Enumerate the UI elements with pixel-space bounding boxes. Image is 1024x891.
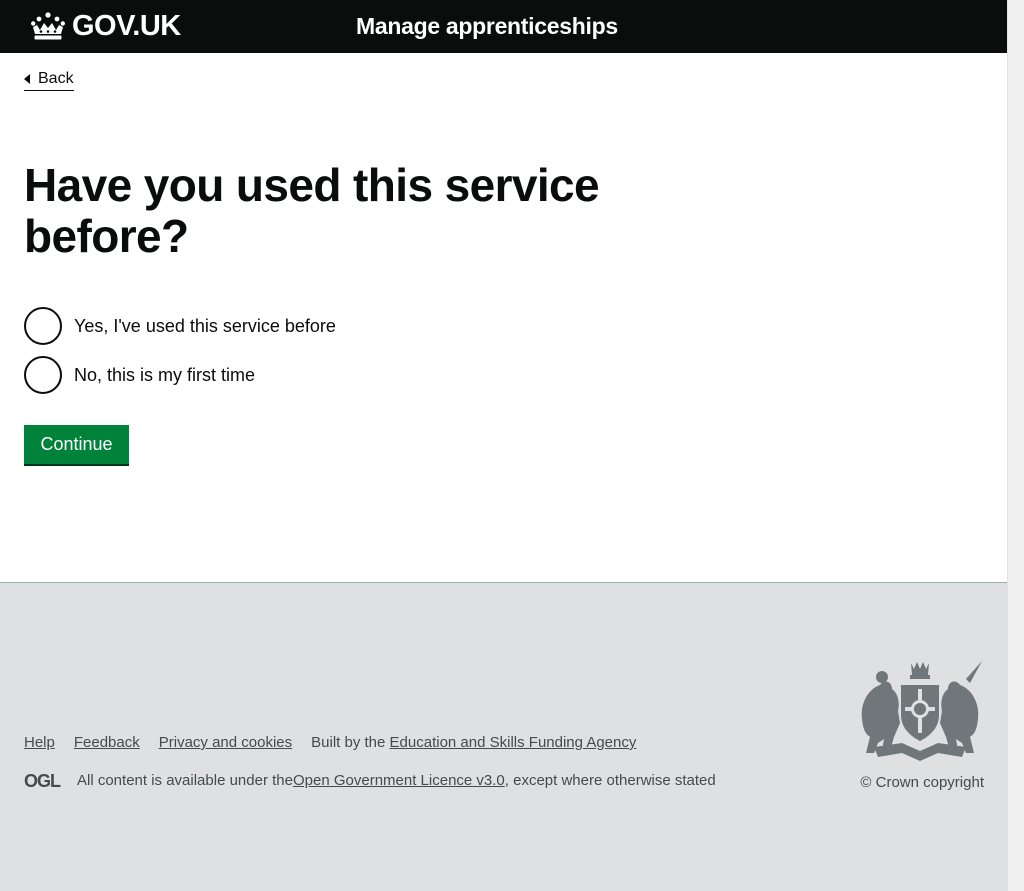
crown-copyright-link[interactable]: © Crown copyright bbox=[860, 774, 984, 791]
licence-row: OGL All content is available under the O… bbox=[24, 772, 716, 789]
govuk-logo-link[interactable]: GOV.UK bbox=[30, 9, 181, 43]
footer-link-help[interactable]: Help bbox=[24, 734, 55, 751]
continue-button[interactable]: Continue bbox=[24, 425, 129, 464]
site-header: GOV.UK Manage apprenticeships bbox=[0, 0, 1007, 53]
footer-link-esfa[interactable]: Education and Skills Funding Agency bbox=[390, 734, 637, 751]
footer-links: Help Feedback Privacy and cookies Built … bbox=[24, 734, 636, 751]
site-footer: Help Feedback Privacy and cookies Built … bbox=[0, 582, 1007, 891]
page: GOV.UK Manage apprenticeships Back Have … bbox=[0, 0, 1007, 891]
footer-link-feedback[interactable]: Feedback bbox=[74, 734, 140, 751]
licence-prefix: All content is available under the bbox=[77, 772, 293, 789]
vertical-scrollbar[interactable] bbox=[1007, 0, 1024, 891]
radio-input-yes[interactable] bbox=[24, 306, 62, 345]
radio-label-no: No, this is my first time bbox=[74, 364, 256, 385]
back-link-label: Back bbox=[38, 69, 74, 87]
chevron-left-icon bbox=[24, 73, 30, 84]
royal-coat-of-arms bbox=[861, 661, 982, 761]
footer-link-privacy[interactable]: Privacy and cookies bbox=[159, 734, 292, 751]
built-by-text: Built by the Education and Skills Fundin… bbox=[311, 734, 636, 751]
built-by-prefix: Built by the bbox=[311, 734, 390, 751]
radio-option-yes[interactable]: Yes, I've used this service before bbox=[24, 306, 336, 345]
crown-icon bbox=[31, 12, 65, 40]
page-title: Have you used this service before? bbox=[24, 159, 600, 262]
radio-option-no[interactable]: No, this is my first time bbox=[24, 355, 336, 394]
licence-link[interactable]: Open Government Licence v3.0 bbox=[293, 772, 505, 789]
ogl-logo: OGL bbox=[24, 772, 62, 789]
licence-suffix: , except where otherwise stated bbox=[504, 772, 716, 789]
radio-input-no[interactable] bbox=[24, 355, 62, 394]
service-used-radio-group: Yes, I've used this service before No, t… bbox=[24, 306, 336, 404]
ogl-logo-text: OGL bbox=[24, 772, 61, 789]
service-name-link[interactable]: Manage apprenticeships bbox=[356, 11, 618, 41]
back-link[interactable]: Back bbox=[24, 69, 74, 91]
radio-label-yes: Yes, I've used this service before bbox=[74, 315, 336, 336]
logo-text: GOV.UK bbox=[72, 10, 181, 42]
